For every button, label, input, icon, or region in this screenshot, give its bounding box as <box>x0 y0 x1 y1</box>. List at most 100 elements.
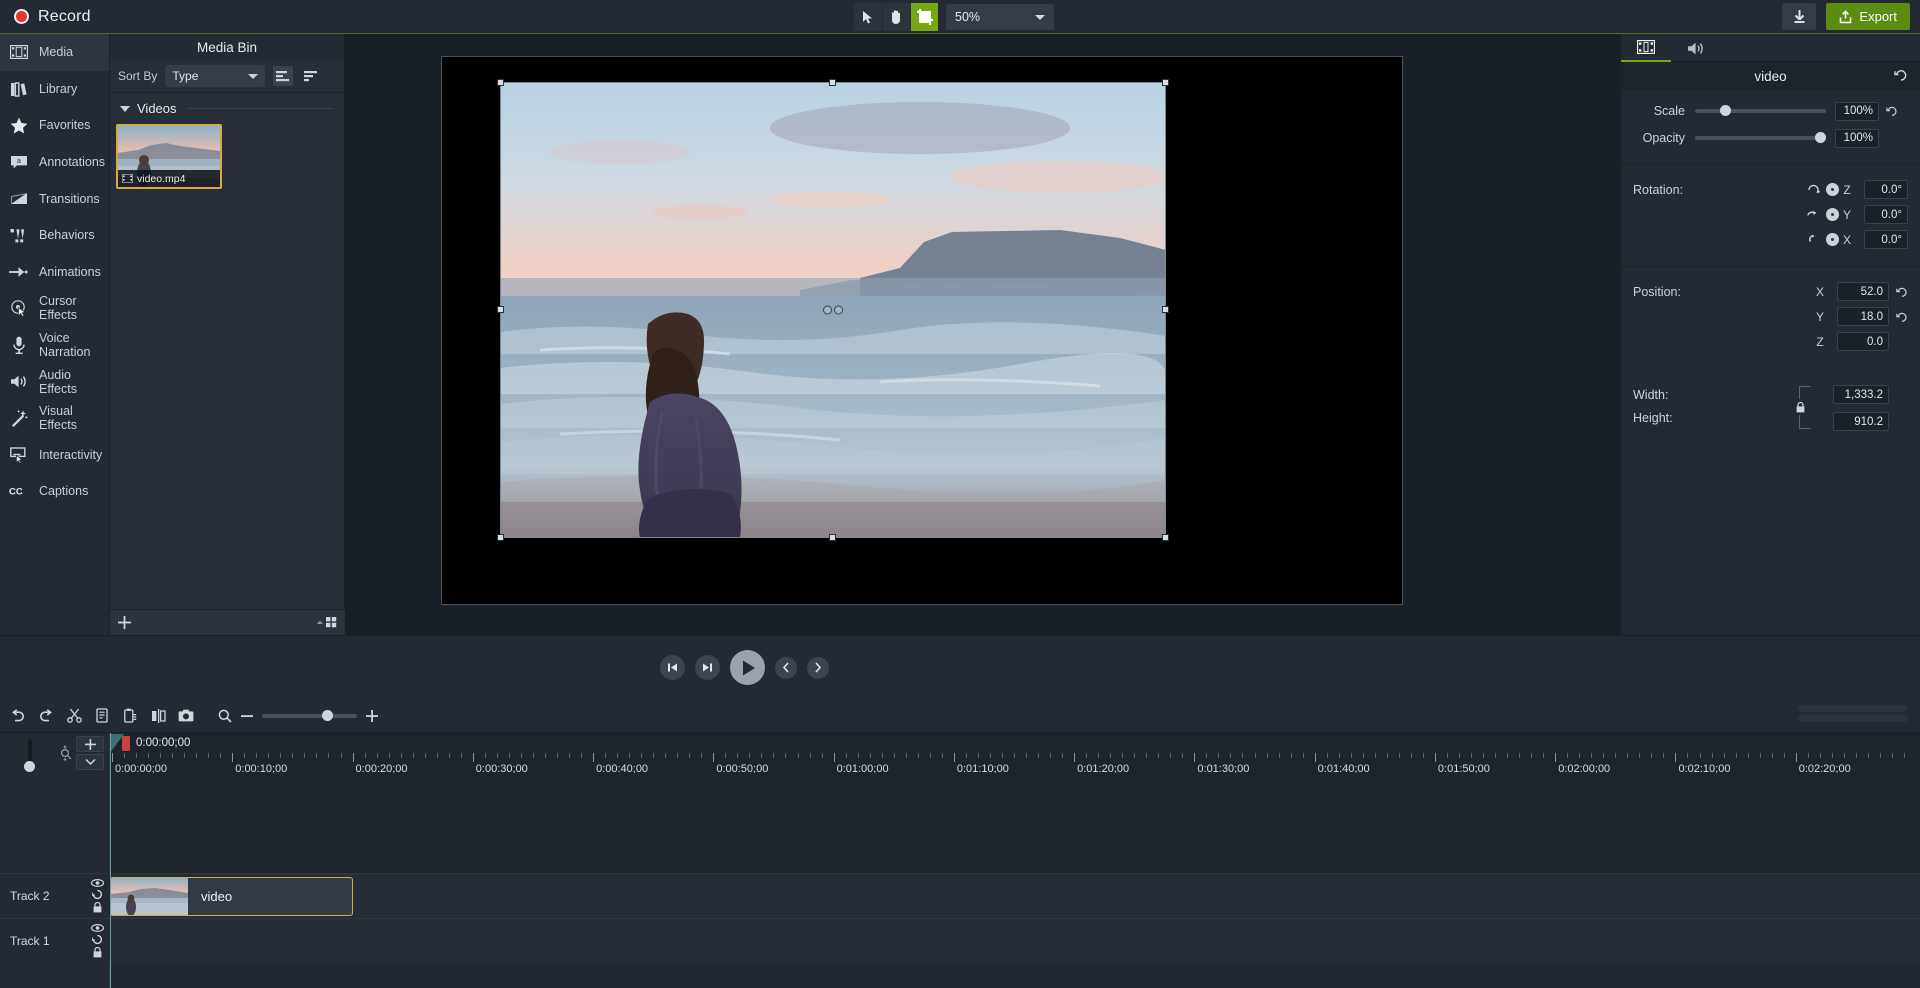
rotation-x-dial[interactable] <box>1826 233 1839 246</box>
track-height-slider[interactable] <box>24 739 35 772</box>
ruler-tick-minor <box>581 753 583 758</box>
prev-marker-button[interactable] <box>775 656 797 679</box>
sidebar-item-favorites[interactable]: Favorites <box>0 107 109 144</box>
opacity-input[interactable]: 100% <box>1835 128 1879 148</box>
plus-icon[interactable] <box>366 709 378 722</box>
list-view-icon[interactable] <box>273 66 294 86</box>
rotation-x-input[interactable]: 0.0° <box>1864 230 1908 249</box>
track-lane[interactable] <box>110 919 1920 963</box>
media-item-video[interactable]: video.mp4 <box>116 124 222 189</box>
copy-button[interactable] <box>88 702 116 730</box>
cut-button[interactable] <box>60 702 88 730</box>
reset-all-icon[interactable] <box>1894 68 1908 82</box>
rotate-y-icon[interactable] <box>1805 207 1821 223</box>
record-button[interactable]: Record <box>0 0 105 34</box>
film-strip-icon <box>122 174 133 183</box>
tab-video-properties[interactable] <box>1621 34 1671 62</box>
preview-stage[interactable] <box>441 56 1403 605</box>
properties-header: video <box>1621 62 1920 90</box>
position-x-input[interactable]: 52.0 <box>1837 282 1889 301</box>
sidebar-item-media[interactable]: Media <box>0 34 109 71</box>
timeline-body: Track 2 video Track 1 <box>0 773 1920 988</box>
lock-icon[interactable] <box>1793 399 1808 415</box>
export-button[interactable]: Export <box>1826 3 1910 30</box>
scale-reset-icon[interactable] <box>1886 105 1898 117</box>
track-header[interactable]: Track 2 <box>0 874 110 918</box>
rotation-y-input[interactable]: 0.0° <box>1864 205 1908 224</box>
next-marker-button[interactable] <box>807 656 829 679</box>
lock-icon[interactable] <box>93 902 102 913</box>
undo-button[interactable] <box>4 702 32 730</box>
position-y-input[interactable]: 18.0 <box>1837 307 1889 326</box>
sidebar-item-audio-effects[interactable]: Audio Effects <box>0 363 109 400</box>
rotation-z-input[interactable]: 0.0° <box>1864 180 1908 199</box>
select-tool[interactable] <box>854 3 882 31</box>
eye-icon[interactable] <box>90 924 104 932</box>
paste-button[interactable] <box>116 702 144 730</box>
track-lane[interactable]: video <box>110 874 1920 918</box>
position-x-reset-icon[interactable] <box>1896 286 1908 298</box>
eye-icon[interactable] <box>90 879 104 887</box>
track-header[interactable]: Track 1 <box>0 919 110 963</box>
height-input[interactable]: 910.2 <box>1833 412 1889 431</box>
tab-audio-properties[interactable] <box>1671 34 1721 62</box>
ruler-tick-minor <box>1879 753 1881 758</box>
sidebar-item-library[interactable]: Library <box>0 71 109 108</box>
timeline-zoom-knob[interactable] <box>322 709 333 721</box>
sidebar-item-voice-narration[interactable]: Voice Narration <box>0 327 109 364</box>
disable-icon[interactable] <box>91 889 103 900</box>
snapshot-button[interactable] <box>172 702 200 730</box>
timeline-track: Track 1 <box>0 918 1920 963</box>
position-z-input[interactable]: 0.0 <box>1837 332 1889 351</box>
zoom-search-icon[interactable] <box>218 709 232 723</box>
sidebar-item-interactivity[interactable]: Interactivity <box>0 437 109 474</box>
grid-view-icon[interactable] <box>315 616 337 629</box>
download-button[interactable] <box>1782 3 1817 30</box>
sidebar-item-captions[interactable]: CC Captions <box>0 473 109 510</box>
ruler-tick-minor <box>364 753 366 758</box>
plus-icon[interactable] <box>118 616 131 629</box>
rotation-z-dial[interactable] <box>1826 183 1839 196</box>
timeline-clip[interactable]: video <box>110 877 353 916</box>
crop-tool[interactable] <box>910 3 938 31</box>
disable-icon[interactable] <box>91 934 103 945</box>
hand-tool[interactable] <box>882 3 910 31</box>
timeline-ruler[interactable]: 0:00:00;00 0:00:00;00 0:00:10;00 0:00:20;0… <box>110 733 1920 775</box>
rotate-z-icon[interactable] <box>1805 182 1821 198</box>
scale-slider[interactable] <box>1695 105 1826 116</box>
ruler-tick-minor <box>292 753 294 758</box>
media-bin-group-header[interactable]: Videos <box>110 93 344 120</box>
sidebar-item-cursor-effects[interactable]: Cursor Effects <box>0 290 109 327</box>
timeline-empty-area[interactable] <box>110 773 1920 873</box>
scale-input[interactable]: 100% <box>1835 101 1879 121</box>
collapse-tracks-button[interactable] <box>76 754 104 770</box>
split-button[interactable] <box>144 702 172 730</box>
sidebar-item-visual-effects[interactable]: Visual Effects <box>0 400 109 437</box>
timeline-scrollbars[interactable] <box>1798 705 1908 725</box>
ruler-tick-minor <box>460 753 462 758</box>
canvas-zoom-select[interactable]: 50% <box>946 4 1054 30</box>
opacity-slider[interactable] <box>1695 132 1826 143</box>
rotation-y-dial[interactable] <box>1826 208 1839 221</box>
add-track-button[interactable] <box>76 736 104 752</box>
redo-button[interactable] <box>32 702 60 730</box>
svg-text:a: a <box>17 158 21 165</box>
playhead[interactable]: 0:00:00;00 <box>110 733 190 753</box>
timeline-zoom-slider[interactable] <box>262 709 357 721</box>
sort-by-select[interactable]: Type <box>165 65 266 87</box>
sidebar-item-annotations[interactable]: a Annotations <box>0 144 109 181</box>
width-input[interactable]: 1,333.2 <box>1833 385 1889 404</box>
position-y-reset-icon[interactable] <box>1896 311 1908 323</box>
zoom-to-fit-icon[interactable] <box>58 745 74 761</box>
properties-title: video <box>1754 68 1787 84</box>
sidebar-item-behaviors[interactable]: Behaviors <box>0 217 109 254</box>
detail-view-icon[interactable] <box>301 66 321 86</box>
rotate-x-icon[interactable] <box>1805 232 1821 248</box>
lock-icon[interactable] <box>93 947 102 958</box>
sidebar-item-animations[interactable]: Animations <box>0 254 109 291</box>
minus-icon[interactable] <box>241 710 253 722</box>
sidebar-item-transitions[interactable]: Transitions <box>0 180 109 217</box>
play-button[interactable] <box>730 650 765 685</box>
step-forward-button[interactable] <box>695 655 720 680</box>
step-back-button[interactable] <box>660 655 685 680</box>
